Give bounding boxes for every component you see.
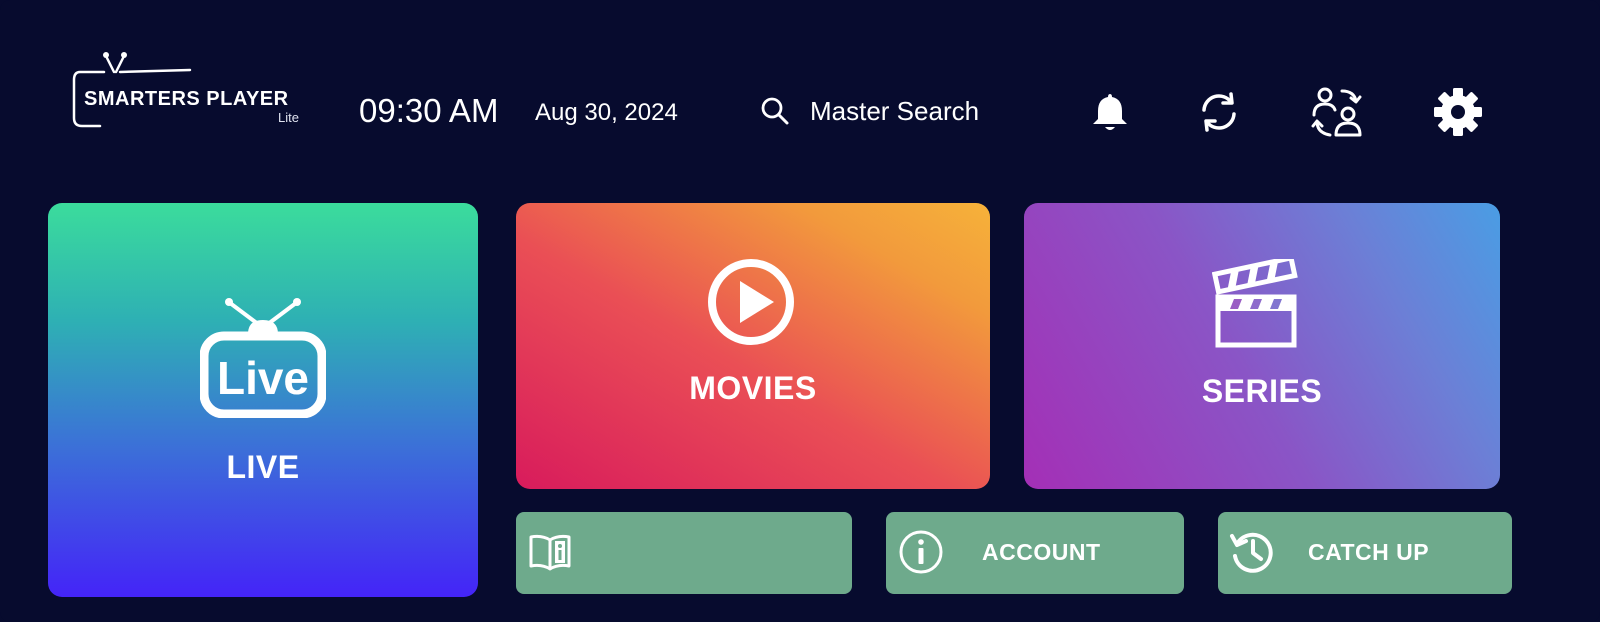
account-label: ACCOUNT bbox=[982, 539, 1101, 565]
history-icon bbox=[1230, 532, 1273, 573]
refresh-button[interactable] bbox=[1191, 84, 1247, 140]
switch-user-button[interactable] bbox=[1309, 84, 1365, 140]
series-tile[interactable]: SERIES bbox=[1024, 203, 1500, 489]
catchup-tile[interactable]: CATCH UP bbox=[1218, 512, 1512, 594]
clapperboard-icon bbox=[1212, 259, 1298, 348]
catchup-label: CATCH UP bbox=[1308, 539, 1430, 565]
guide-tile[interactable] bbox=[516, 512, 852, 594]
series-label: SERIES bbox=[1201, 373, 1323, 409]
live-label: LIVE bbox=[226, 449, 300, 485]
app-logo: SMARTERS PLAYER Lite bbox=[70, 48, 320, 134]
search-icon bbox=[761, 97, 789, 125]
movies-tile[interactable]: MOVIES bbox=[516, 203, 990, 489]
info-icon bbox=[899, 530, 943, 574]
settings-button[interactable] bbox=[1430, 84, 1486, 140]
clock-date: Aug 30, 2024 bbox=[535, 99, 678, 126]
sync-icon bbox=[1202, 92, 1236, 132]
switch-user-icon bbox=[1311, 87, 1362, 137]
master-search-label: Master Search bbox=[810, 95, 980, 126]
play-icon bbox=[708, 259, 794, 345]
account-tile[interactable]: ACCOUNT bbox=[886, 512, 1184, 594]
movies-label: MOVIES bbox=[689, 370, 817, 406]
master-search-button[interactable]: Master Search bbox=[760, 88, 1020, 134]
bell-icon bbox=[1093, 94, 1127, 130]
logo-subtitle: Lite bbox=[278, 110, 299, 125]
logo-name: SMARTERS PLAYER bbox=[84, 88, 289, 110]
notifications-button[interactable] bbox=[1082, 84, 1138, 140]
live-tile[interactable]: Live LIVE bbox=[48, 203, 478, 597]
live-icon-text: Live bbox=[217, 352, 309, 404]
gear-icon bbox=[1434, 88, 1482, 136]
home-screen: SMARTERS PLAYER Lite 09:30 AM Aug 30, 20… bbox=[0, 0, 1600, 622]
book-info-icon bbox=[529, 534, 571, 571]
live-tv-icon: Live bbox=[200, 298, 326, 418]
clock-time: 09:30 AM bbox=[359, 92, 499, 129]
